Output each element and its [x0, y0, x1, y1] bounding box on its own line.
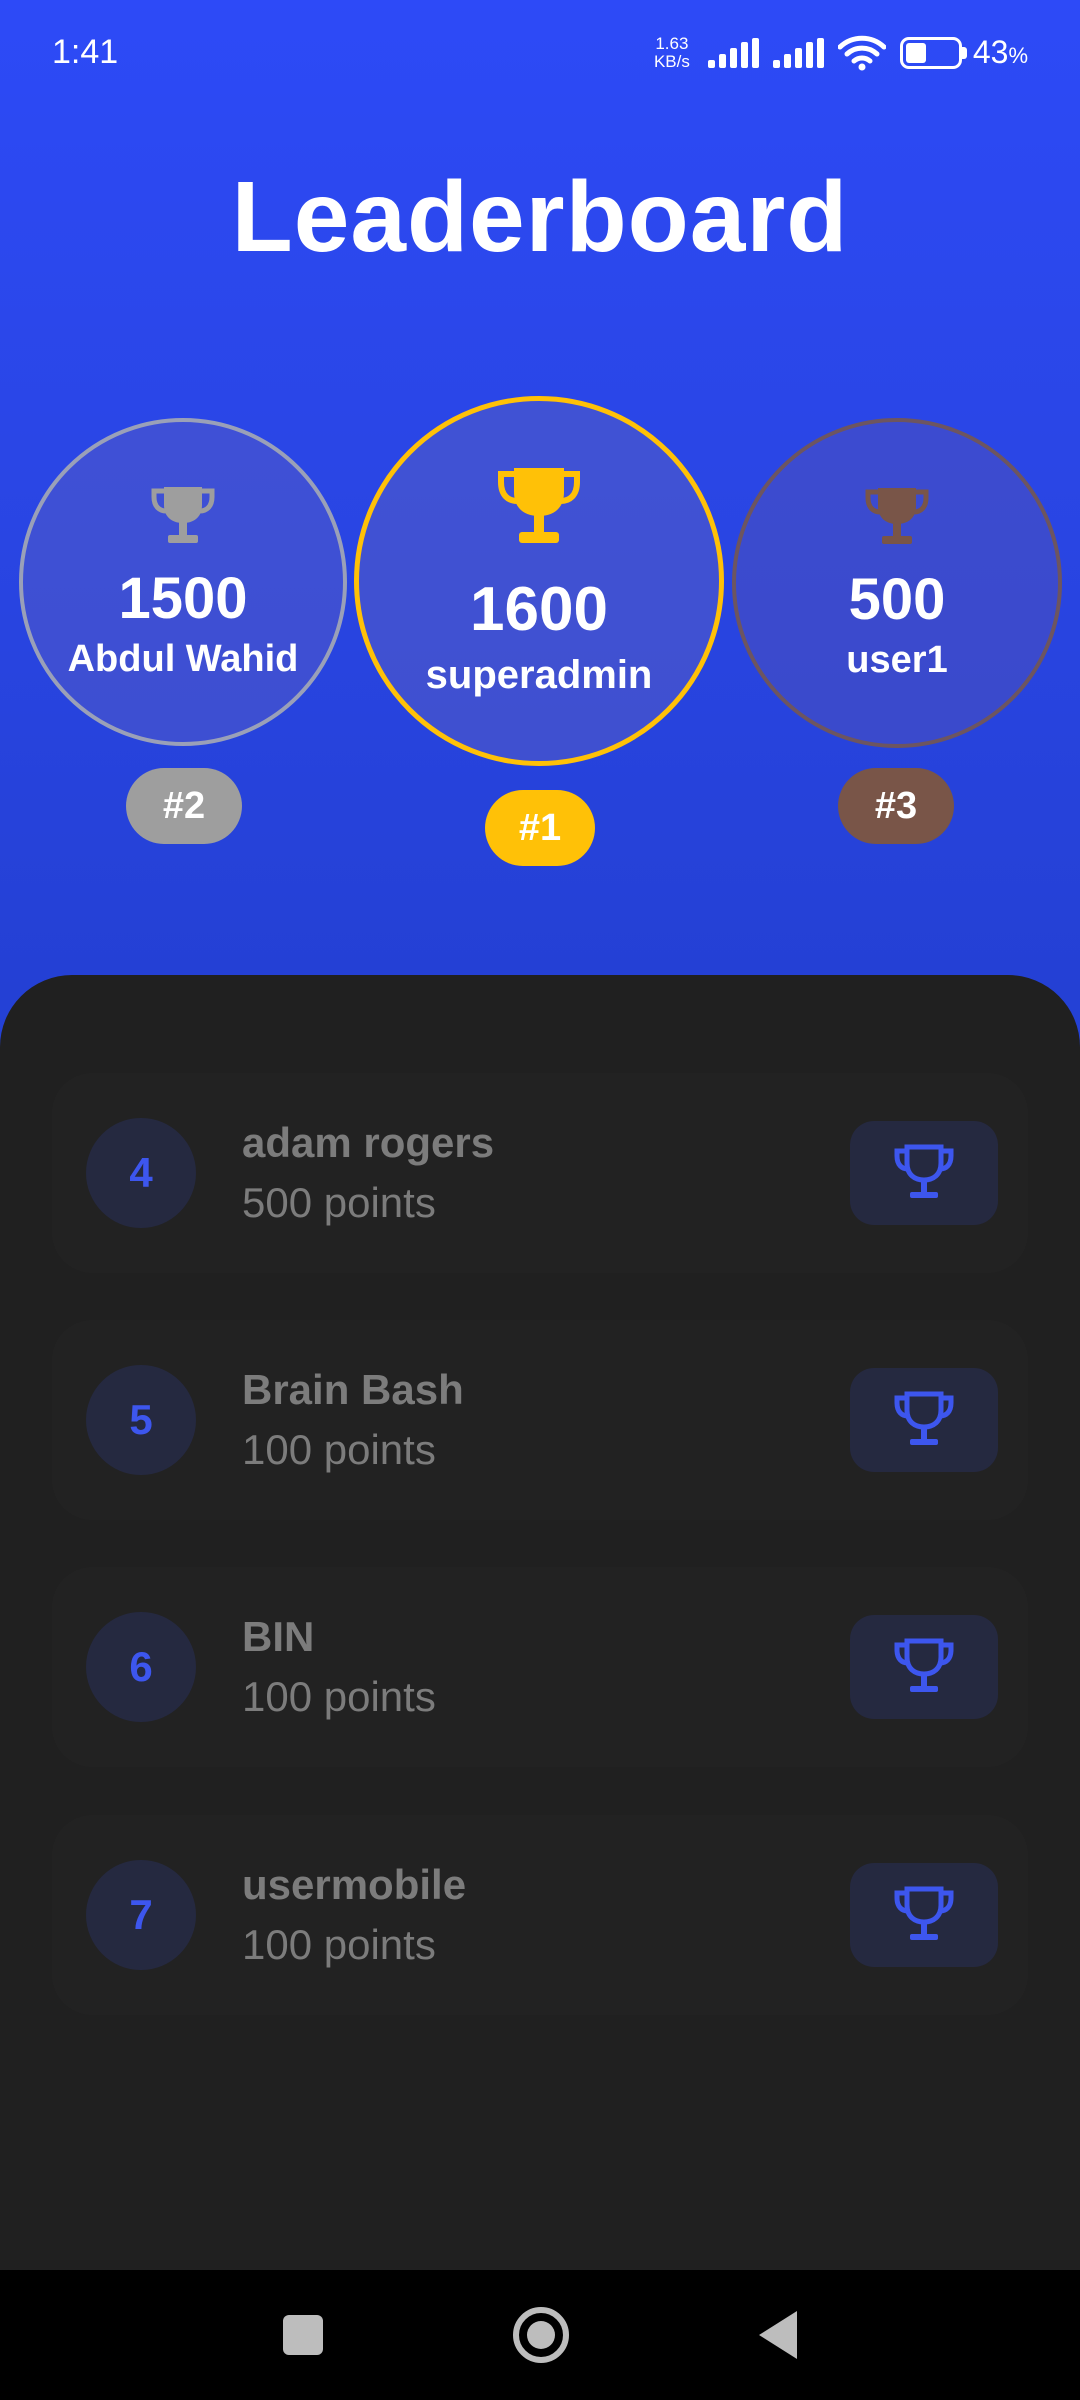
- podium-third-name: user1: [846, 639, 948, 681]
- player-name: usermobile: [242, 1861, 467, 1908]
- trophy-icon: [894, 1391, 954, 1445]
- trophy-icon: [498, 468, 580, 543]
- list-item[interactable]: 7 usermobile 100 points: [52, 1815, 1028, 2015]
- player-points: 100 points: [242, 1426, 436, 1473]
- trophy-button[interactable]: [850, 1863, 998, 1967]
- system-navigation-bar: [0, 2270, 1080, 2400]
- network-speed-value: 1.63: [655, 33, 689, 53]
- rank-badge-second: #2: [126, 768, 242, 844]
- player-name: adam rogers: [242, 1119, 495, 1166]
- rank-badge-third: #3: [838, 768, 954, 844]
- trophy-icon: [894, 1638, 954, 1692]
- status-time: 1:41: [52, 33, 119, 71]
- recents-icon[interactable]: [283, 2315, 323, 2355]
- rank-badge-first: #1: [485, 790, 595, 866]
- network-speed: 1.63 KB/s: [653, 33, 690, 71]
- rank-number: 5: [86, 1365, 196, 1475]
- back-icon[interactable]: [759, 2311, 797, 2359]
- rank-number: 6: [86, 1612, 196, 1722]
- signal-icon-2: [772, 37, 824, 68]
- trophy-button[interactable]: [850, 1615, 998, 1719]
- status-bar: 1:41 1.63 KB/s 43%: [0, 0, 1080, 105]
- trophy-button[interactable]: [850, 1121, 998, 1225]
- podium-second-name: Abdul Wahid: [67, 638, 299, 680]
- list-item[interactable]: 4 adam rogers 500 points: [52, 1073, 1028, 1273]
- player-points: 100 points: [242, 1673, 436, 1720]
- trophy-button[interactable]: [850, 1368, 998, 1472]
- status-icons: 1.63 KB/s 43%: [654, 34, 1028, 71]
- podium-second-score: 1500: [118, 566, 248, 631]
- list-item[interactable]: 6 BIN 100 points: [52, 1567, 1028, 1767]
- signal-icon: [707, 37, 759, 68]
- trophy-icon: [865, 488, 929, 544]
- player-points: 100 points: [242, 1921, 436, 1968]
- podium-second[interactable]: 1500 Abdul Wahid: [19, 418, 347, 746]
- rank-number: 7: [86, 1860, 196, 1970]
- trophy-icon: [894, 1886, 954, 1940]
- podium-third-score: 500: [848, 567, 946, 632]
- podium-first-score: 1600: [470, 575, 608, 644]
- podium-first-name: superadmin: [425, 653, 653, 697]
- battery-percent: 43%: [972, 34, 1028, 70]
- network-speed-unit: KB/s: [653, 51, 690, 71]
- page-title: Leaderboard: [231, 161, 849, 273]
- player-points: 500 points: [242, 1179, 436, 1226]
- podium-first[interactable]: 1600 superadmin: [354, 396, 724, 766]
- trophy-icon: [151, 487, 215, 543]
- ranking-list[interactable]: 4 adam rogers 500 points 5 Brain Bash 10…: [0, 975, 1080, 2270]
- wifi-icon: [837, 35, 886, 70]
- rank-number: 4: [86, 1118, 196, 1228]
- player-name: BIN: [242, 1613, 315, 1660]
- list-item[interactable]: 5 Brain Bash 100 points: [52, 1320, 1028, 1520]
- trophy-icon: [894, 1144, 954, 1198]
- podium-third[interactable]: 500 user1: [732, 418, 1062, 748]
- player-name: Brain Bash: [242, 1366, 464, 1413]
- battery-icon: 43%: [899, 34, 1028, 71]
- home-icon[interactable]: [513, 2307, 569, 2363]
